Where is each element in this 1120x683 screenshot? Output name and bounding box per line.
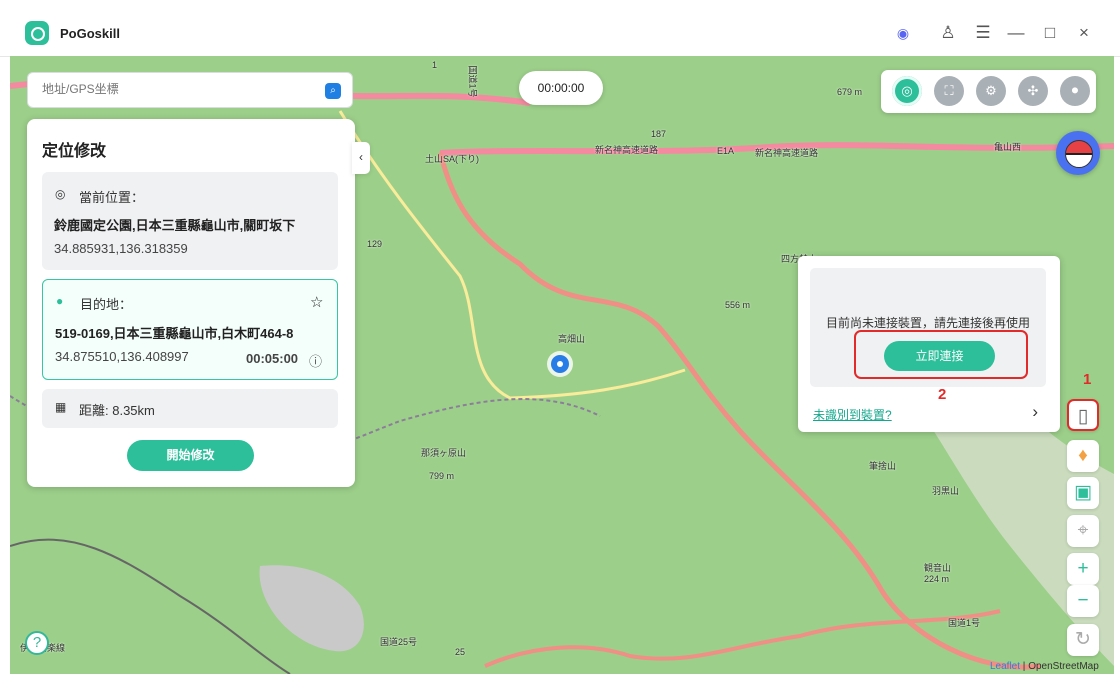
map-label: 国道1号 (948, 618, 981, 628)
connect-prompt-card: 目前尚未連接裝置，請先連接後再使用 立即連接 2 (810, 268, 1046, 403)
distance-icon: ▦ (55, 400, 67, 414)
two-spot-mode-icon[interactable]: ⛶ (934, 76, 964, 106)
destination-card[interactable]: ● 目的地： ☆ 519-0169,日本三重縣龜山市,白木町464-8 34.8… (42, 279, 338, 380)
distance-card: ▦ 距離: 8.35km (42, 389, 338, 428)
close-button[interactable]: × (1074, 23, 1094, 43)
pogoskill-window: PoGoskill ◉ ♙ ☰ — □ × 1 国道1号 679 m 187 E… (0, 0, 1120, 683)
connect-now-button[interactable]: 立即連接 (884, 341, 995, 371)
maximize-button[interactable]: □ (1040, 23, 1060, 43)
menu-icon[interactable]: ☰ (973, 23, 993, 43)
locate-icon[interactable]: ⌖ (1067, 515, 1099, 547)
discord-icon[interactable]: ◉ (893, 23, 913, 43)
pokeball-icon[interactable] (1056, 131, 1100, 175)
app-title: PoGoskill (60, 26, 120, 41)
destination-address: 519-0169,日本三重縣龜山市,白木町464-8 (55, 326, 294, 341)
step-number-1: 1 (1083, 371, 1092, 388)
leaflet-link[interactable]: Leaflet (990, 661, 1020, 672)
map-label: 224 m (924, 574, 950, 584)
map-label: E1A (717, 146, 735, 156)
zoom-in-button[interactable]: + (1067, 553, 1099, 585)
map-label: 那須ヶ原山 (421, 448, 467, 458)
teleport-mode-icon[interactable]: ◎ (892, 76, 922, 106)
map-label: 187 (651, 129, 667, 139)
map-label: 556 m (725, 300, 751, 310)
pogoskill-logo-icon (25, 21, 49, 45)
destination-duration: 00:05:00 (246, 351, 299, 366)
destination-label: 目的地： (80, 297, 133, 312)
unrecognized-device-link[interactable]: 未識別到裝置? (813, 406, 892, 423)
destination-coordinates: 34.875510,136.408997 (55, 349, 189, 364)
current-location-address: 鈴鹿國定公園,日本三重縣龜山市,關町坂下 (54, 218, 296, 233)
map-label: 羽黒山 (932, 486, 960, 496)
reset-icon[interactable]: ↻ (1067, 624, 1099, 656)
multi-spot-mode-icon[interactable]: ⚙ (976, 76, 1006, 106)
map-label: 新名神高速道路 (595, 145, 659, 155)
location-panel: 定位修改 ◎ 當前位置： 鈴鹿國定公園,日本三重縣龜山市,關町坂下 34.885… (27, 119, 355, 487)
map-label: 観音山 (924, 563, 952, 573)
map-label: 国道1号 (467, 65, 478, 98)
jump-mode-icon[interactable]: ⚫ (1060, 76, 1090, 106)
device-icon[interactable]: ▯ (1067, 399, 1099, 431)
step-number-2: 2 (938, 386, 947, 403)
chevron-right-icon[interactable]: › (1032, 402, 1038, 422)
openstreetmap-attribution: OpenStreetMap (1028, 661, 1099, 672)
current-location-coordinates: 34.885931,136.318359 (54, 241, 188, 256)
map-label: 高畑山 (558, 334, 586, 344)
distance-label: 距離: 8.35km (79, 403, 155, 418)
account-icon[interactable]: ♙ (938, 23, 958, 43)
map-label: 1 (432, 60, 438, 70)
map-label: 土山SA(下り) (425, 154, 480, 164)
map-label: 799 m (429, 471, 455, 481)
collapse-panel-button[interactable]: ‹ (352, 142, 370, 174)
start-modify-button[interactable]: 開始修改 (127, 440, 254, 471)
device-connect-popup: 目前尚未連接裝置，請先連接後再使用 立即連接 2 未識別到裝置? › (798, 256, 1060, 432)
mode-selector: ◎ ⛶ ⚙ ✣ ⚫ (881, 70, 1096, 113)
map-label: 筆捨山 (869, 461, 897, 471)
search-icon[interactable]: ⌕ (325, 83, 341, 99)
address-search[interactable]: ⌕ (27, 72, 353, 108)
favorite-star-icon[interactable]: ☆ (310, 293, 323, 311)
map-attribution: Leaflet | OpenStreetMap (990, 661, 1099, 672)
current-location-icon: ◎ (55, 187, 66, 201)
current-location-card: ◎ 當前位置： 鈴鹿國定公園,日本三重縣龜山市,關町坂下 34.885931,1… (42, 172, 338, 270)
zoom-out-button[interactable]: − (1067, 585, 1099, 617)
pokeball-graphic (1065, 140, 1093, 168)
map-label: 679 m (837, 87, 863, 97)
target-dot (557, 361, 563, 367)
map-label: 25 (455, 647, 466, 657)
destination-pin-icon: ● (56, 294, 64, 308)
address-search-input[interactable] (40, 81, 330, 97)
map-label: 国道25号 (380, 637, 418, 647)
joystick-mode-icon[interactable]: ✣ (1018, 76, 1048, 106)
trip-timer: 00:00:00 (519, 71, 603, 105)
title-bar: PoGoskill ◉ ♙ ☰ — □ × (0, 0, 1120, 57)
map-label: 129 (367, 239, 383, 249)
map-label: 亀山西 (994, 142, 1022, 152)
map-tool-sidebar: 1 ▯ ♦ ▣ ⌖ + − ↻ (1067, 371, 1099, 671)
map-label: 新名神高速道路 (755, 148, 819, 158)
current-location-label: 當前位置： (79, 190, 145, 205)
shirt-icon[interactable]: ♦ (1067, 440, 1099, 472)
minimize-button[interactable]: — (1006, 23, 1026, 43)
folder-star-icon[interactable]: ▣ (1067, 477, 1099, 509)
panel-title: 定位修改 (42, 143, 107, 160)
help-button[interactable]: ? (25, 631, 49, 655)
help-icon[interactable]: ⓘ (309, 351, 322, 370)
connect-message: 目前尚未連接裝置，請先連接後再使用 (825, 316, 1030, 330)
